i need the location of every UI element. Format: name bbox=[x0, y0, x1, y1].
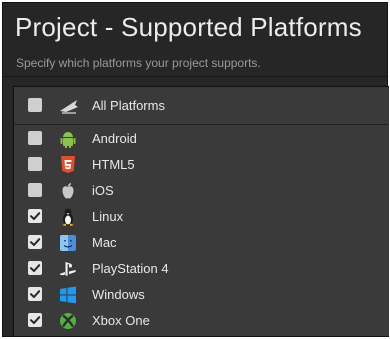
platform-checkbox-linux[interactable] bbox=[28, 209, 42, 223]
all-platforms-label: All Platforms bbox=[92, 98, 165, 113]
all-platforms-icon bbox=[58, 96, 78, 116]
platform-row-windows[interactable]: Windows bbox=[14, 282, 389, 308]
playstation-icon bbox=[58, 259, 78, 279]
windows-icon bbox=[58, 285, 78, 305]
platform-checkbox-playstation-4[interactable] bbox=[28, 261, 42, 275]
platform-checkbox-windows[interactable] bbox=[28, 287, 42, 301]
platform-row-ios[interactable]: iOS bbox=[14, 178, 389, 204]
mac-icon bbox=[58, 233, 78, 253]
platform-label: iOS bbox=[92, 183, 114, 198]
platform-row-mac[interactable]: Mac bbox=[14, 230, 389, 256]
platform-row-xbox-one[interactable]: Xbox One bbox=[14, 308, 389, 334]
page-subtitle: Specify which platforms your project sup… bbox=[16, 56, 261, 70]
android-icon bbox=[58, 129, 78, 149]
platform-row-html5[interactable]: HTML5 bbox=[14, 152, 389, 178]
platform-label: Android bbox=[92, 131, 137, 146]
platform-list-panel: All Platforms Android HTML5 iOS Linux Mac Pla… bbox=[13, 86, 389, 337]
platform-checkbox-mac[interactable] bbox=[28, 235, 42, 249]
platform-label: Linux bbox=[92, 209, 124, 224]
platform-label: HTML5 bbox=[92, 157, 135, 172]
platform-row-playstation-4[interactable]: PlayStation 4 bbox=[14, 256, 389, 282]
platform-label: PlayStation 4 bbox=[92, 261, 169, 276]
platform-checkbox-ios[interactable] bbox=[28, 183, 42, 197]
linux-icon bbox=[58, 207, 78, 227]
all-platforms-row[interactable]: All Platforms bbox=[14, 93, 389, 119]
header-divider bbox=[3, 76, 387, 77]
list-divider bbox=[14, 124, 389, 125]
platform-label: Mac bbox=[92, 235, 117, 250]
html5-icon bbox=[58, 155, 78, 175]
supported-platforms-dialog: Project - Supported Platforms Specify wh… bbox=[2, 2, 389, 337]
xbox-icon bbox=[58, 311, 78, 331]
platform-row-linux[interactable]: Linux bbox=[14, 204, 389, 230]
platform-checkbox-html5[interactable] bbox=[28, 157, 42, 171]
platform-label: Xbox One bbox=[92, 313, 150, 328]
platform-label: Windows bbox=[92, 287, 145, 302]
page-title: Project - Supported Platforms bbox=[15, 12, 362, 42]
all-platforms-checkbox[interactable] bbox=[28, 98, 42, 112]
apple-icon bbox=[58, 181, 78, 201]
platform-checkbox-xbox-one[interactable] bbox=[28, 313, 42, 327]
platform-row-android[interactable]: Android bbox=[14, 126, 389, 152]
platform-checkbox-android[interactable] bbox=[28, 131, 42, 145]
